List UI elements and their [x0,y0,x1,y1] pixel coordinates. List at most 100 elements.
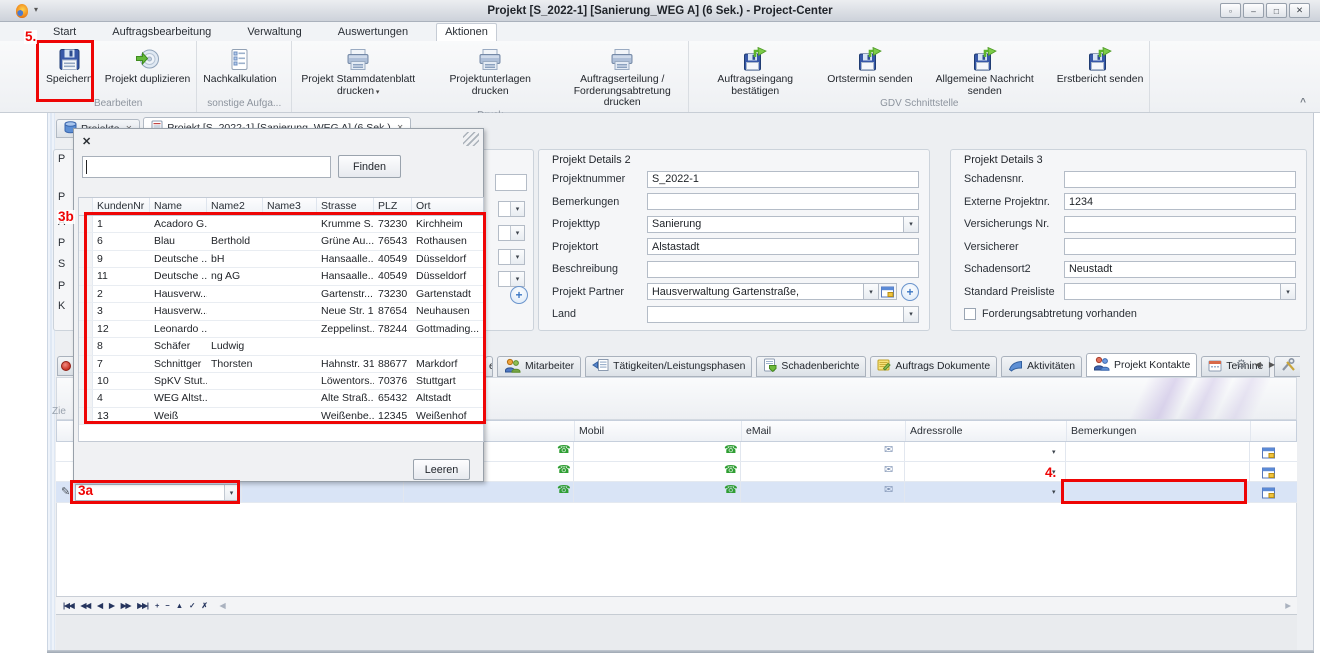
panel-projekt-details-3: Projekt Details 3 Schadensnr.Externe Pro… [950,149,1307,331]
ribbon-button[interactable]: Projekt Stammdatenblatt drucken ▾ [292,43,424,98]
versicherer-field[interactable] [1064,238,1296,255]
dropdown-caret-icon: ▾ [510,226,524,240]
ribbon-button[interactable]: Erstbericht senden [1051,43,1150,87]
search-input[interactable] [82,156,331,178]
grid-column-header[interactable]: eMail [746,425,771,437]
schadensort2-field[interactable]: Neustadt [1064,261,1296,278]
dropdown-caret-icon[interactable]: ▾ [904,216,919,233]
navigator-button[interactable]: ◀ [97,601,102,610]
tab-partial-label: e [489,361,493,372]
details1-combo-sliver[interactable]: ▾ [498,271,525,287]
tab-scroll-right-icon[interactable]: ▶ [1269,360,1275,369]
details1-combo-sliver[interactable]: ▾ [498,249,525,265]
email-icon[interactable]: ✉ [884,485,893,496]
clear-button[interactable]: Leeren [413,459,470,480]
dropdown-caret-icon[interactable]: ▾ [1281,283,1296,300]
navigator-button[interactable]: ✗ [201,601,206,610]
app-logo-icon[interactable] [16,4,28,18]
externe-projektnr--field[interactable]: 1234 [1064,193,1296,210]
tab-auftrags-dokumente[interactable]: Auftrags Dokumente [870,356,997,377]
add-record-button[interactable]: + [901,283,919,301]
annotation-label-3a: 3a [77,484,94,498]
edit-pencil-icon: ✎ [61,485,70,498]
tab-schadenberichte[interactable]: Schadenberichte [756,356,866,377]
tab-mitarbeiter[interactable]: Mitarbeiter [497,356,581,377]
beschreibung-field[interactable] [647,261,919,278]
detail-card-icon[interactable] [879,283,897,300]
forderungsabtretung-checkbox[interactable] [964,308,976,320]
tab-aktivitäten[interactable]: Aktivitäten [1001,356,1082,377]
ribbon-button[interactable]: Projekt duplizieren [99,43,196,87]
detail-card-icon[interactable] [1262,486,1275,504]
email-icon[interactable]: ✉ [884,465,893,476]
projekttyp-field[interactable]: Sanierung [647,216,904,233]
dropdown-caret-icon[interactable]: ▾ [1052,488,1056,496]
dialog-resize-grip[interactable] [463,132,479,146]
scroll-right-icon[interactable]: ▶ [1285,601,1291,610]
schadensnr--field[interactable] [1064,171,1296,188]
navigator-button[interactable]: ▶ [109,601,114,610]
tab-label: Mitarbeiter [525,361,574,372]
dropdown-caret-icon[interactable]: ▾ [904,306,919,323]
quick-access-caret-icon[interactable]: ▾ [34,5,38,14]
ribbon-tab-start[interactable]: Start [45,24,84,41]
phone-icon[interactable]: ☎ [724,485,738,496]
navigator-button[interactable]: − [165,601,168,610]
tab-scroll-left-icon[interactable]: ◀ [1255,360,1261,369]
grid-column-header[interactable]: Mobil [579,425,604,437]
navigator-button[interactable]: ▲ [176,601,182,610]
land-field[interactable] [647,306,904,323]
ribbon-tab-aktionen[interactable]: Aktionen [436,23,497,41]
dropdown-caret-icon[interactable]: ▾ [864,283,879,300]
collapse-ribbon-icon[interactable]: ^ [1300,97,1306,108]
minimize-button[interactable]: – [1243,3,1264,18]
ribbon-tab-auftragsbearbeitung[interactable]: Auftragsbearbeitung [104,24,219,41]
ribbon-button[interactable]: Projektunterlagen drucken [424,43,556,98]
grid-column-header[interactable]: Adressrolle [910,425,963,437]
phone-icon[interactable]: ☎ [724,445,738,456]
ribbon-button[interactable]: Ortstermin senden [821,43,918,87]
bemerkungen-field[interactable] [647,193,919,210]
field-label: Projekt Partner [552,286,647,298]
navigator-button[interactable]: ◀◀ [81,601,91,610]
field-row: Schadensnr. [964,170,1296,188]
details1-combo-sliver[interactable]: ▾ [498,201,525,217]
phone-icon[interactable]: ☎ [724,465,738,476]
email-icon[interactable]: ✉ [884,445,893,456]
ribbon-tab-auswertungen[interactable]: Auswertungen [330,24,416,41]
details1-input-sliver[interactable] [495,174,527,191]
phone-icon[interactable]: ☎ [557,445,571,456]
dialog-close-icon[interactable]: ✕ [82,135,91,148]
grid-column-header[interactable]: Bemerkungen [1071,425,1136,437]
versicherungs-nr--field[interactable] [1064,216,1296,233]
tab-gerätebeweg[interactable]: Gerätebeweg [1274,356,1300,377]
tab-partial[interactable]: e [485,356,493,377]
ribbon-button[interactable]: Allgemeine Nachricht senden [919,43,1051,98]
restore-button[interactable]: □ [1266,3,1287,18]
ribbon-button[interactable]: Auftragseingang bestätigen [689,43,821,98]
tab-projekt-kontakte[interactable]: Projekt Kontakte [1086,353,1197,377]
phone-icon[interactable]: ☎ [557,485,571,496]
projektnummer-field[interactable]: S_2022-1 [647,171,919,188]
add-partner-button[interactable]: + [510,286,528,304]
navigator-button[interactable]: ▶▶| [137,601,148,610]
phone-icon[interactable]: ☎ [557,465,571,476]
ribbon-button[interactable]: Auftragserteilung / Forderungsabtretung … [556,43,688,110]
navigator-button[interactable]: ▶▶ [121,601,131,610]
tab-tätigkeiten-leistungsphasen[interactable]: Tätigkeiten/Leistungsphasen [585,356,752,377]
dropdown-caret-icon[interactable]: ▾ [1052,448,1056,456]
window-menu-button[interactable]: ▫ [1220,3,1241,18]
find-button[interactable]: Finden [338,155,401,178]
gear-icon[interactable]: ⚙ [1236,357,1247,371]
ribbon-button[interactable]: Nachkalkulation [197,43,282,87]
ribbon-tab-verwaltung[interactable]: Verwaltung [239,24,309,41]
details1-combo-sliver[interactable]: ▾ [498,225,525,241]
navigator-button[interactable]: |◀◀ [63,601,74,610]
navigator-button[interactable]: ✓ [189,601,194,610]
projekt-partner-field[interactable]: Hausverwaltung Gartenstraße, [647,283,864,300]
projektort-field[interactable]: Alstastadt [647,238,919,255]
standard-preisliste-field[interactable] [1064,283,1281,300]
close-button[interactable]: ✕ [1289,3,1310,18]
navigator-button[interactable]: + [155,601,158,610]
field-label: Versicherer [964,241,1064,253]
